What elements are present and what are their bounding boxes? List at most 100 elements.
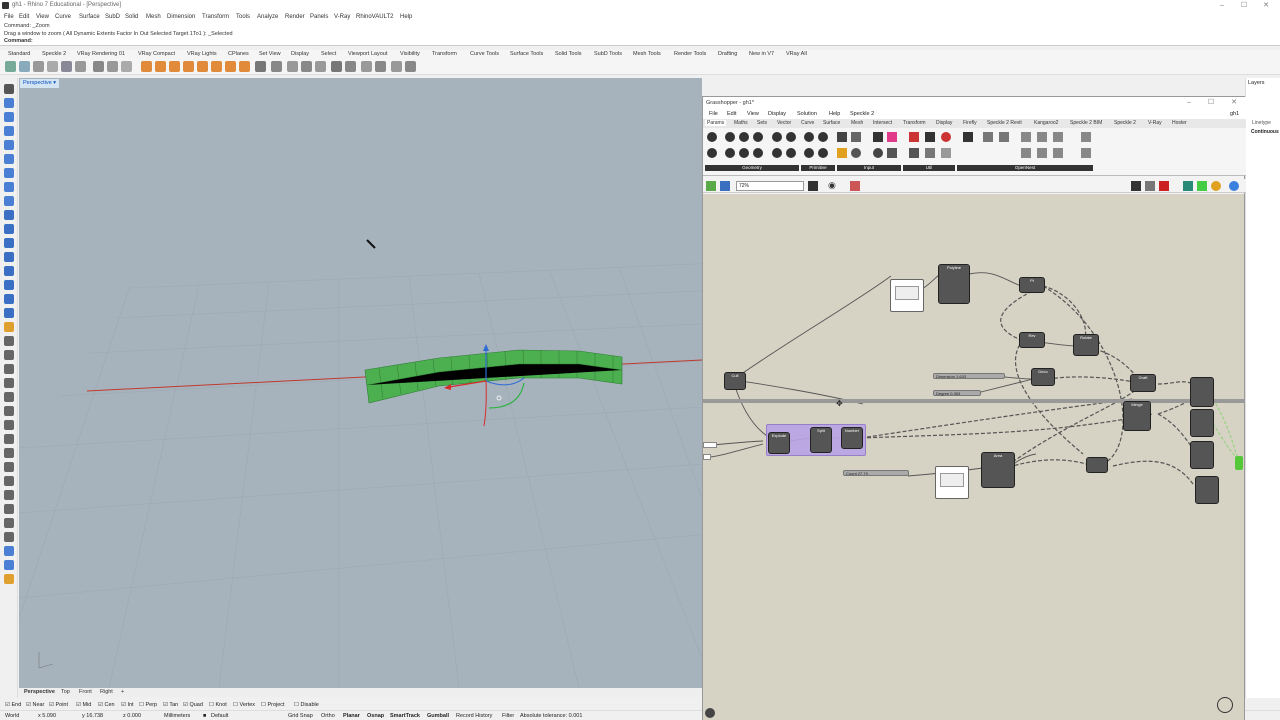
osnap-quad[interactable]: ☑ Quad (183, 702, 203, 708)
grid-snap-toggle[interactable]: Grid Snap (288, 713, 313, 719)
gh-solver-icon[interactable] (1159, 181, 1169, 191)
gh-menu-help[interactable]: Help (829, 111, 840, 117)
gh-section-geometry[interactable]: Geometry (705, 165, 799, 171)
record-history-toggle[interactable]: Record History (456, 713, 492, 719)
gumball-toggle[interactable]: Gumball (427, 713, 449, 719)
tab-subd-tools[interactable]: SubD Tools (594, 51, 622, 57)
mirror-tool-icon[interactable] (4, 490, 14, 500)
scale-tool-icon[interactable] (4, 476, 14, 486)
point-tool-icon[interactable] (4, 98, 14, 108)
osnap-tan[interactable]: ☑ Tan (163, 702, 178, 708)
gh-colour-swatch-icon[interactable] (887, 132, 897, 142)
osnap-end[interactable]: ☑ End (5, 702, 21, 708)
gh-status-icon[interactable] (705, 708, 715, 718)
gh-jump-icon[interactable] (941, 132, 951, 142)
gh-close-button[interactable]: ✕ (1226, 98, 1242, 107)
tab-right[interactable]: Right (100, 689, 113, 695)
print-icon[interactable] (47, 61, 58, 72)
sphere-tool-icon[interactable] (4, 252, 14, 262)
gh-selected-preview-icon[interactable] (1197, 181, 1207, 191)
gh-wifi-icon[interactable] (941, 148, 951, 158)
gh-opennest-tool-icon[interactable] (963, 132, 973, 142)
gh-opennest-export-icon[interactable] (1081, 148, 1091, 158)
gh-menu-file[interactable]: File (709, 111, 718, 117)
minimize-button[interactable]: – (1214, 1, 1230, 10)
gh-section-primitive[interactable]: Primitive (801, 165, 835, 171)
gh-component-merge[interactable]: Merge (1123, 401, 1151, 431)
tab-vray-compact[interactable]: VRay Compact (138, 51, 175, 57)
gh-geometry-cache-icon[interactable] (786, 132, 796, 142)
select-tool-icon[interactable] (4, 84, 14, 94)
gh-point-param-icon[interactable] (725, 132, 735, 142)
layer-icon[interactable] (301, 61, 312, 72)
four-view-icon[interactable] (239, 61, 250, 72)
osnap-near[interactable]: ☑ Near (26, 702, 44, 708)
gh-menu-display[interactable]: Display (768, 111, 786, 117)
gh-material-icon[interactable] (1211, 181, 1221, 191)
zoom-window-icon[interactable] (183, 61, 194, 72)
linetype-value[interactable]: Continuous (1251, 129, 1279, 135)
viewport-title-tab[interactable]: Perspective ▾ (20, 79, 60, 88)
gh-relay-icon[interactable] (925, 132, 935, 142)
menu-panels[interactable]: Panels (310, 14, 328, 20)
menu-mesh[interactable]: Mesh (146, 14, 161, 20)
gh-sketch-pen-icon[interactable] (850, 181, 860, 191)
menu-subd[interactable]: SubD (105, 14, 120, 20)
tab-curve-tools[interactable]: Curve Tools (470, 51, 499, 57)
zoom-icon[interactable] (169, 61, 180, 72)
gh-menu-edit[interactable]: Edit (727, 111, 736, 117)
tab-render-tools[interactable]: Render Tools (674, 51, 706, 57)
gh-opennest-grid-icon[interactable] (1037, 132, 1047, 142)
gh-tab-mesh[interactable]: Mesh (851, 120, 863, 126)
add-viewport-icon[interactable]: + (121, 689, 124, 695)
tab-vray-lights[interactable]: VRay Lights (187, 51, 217, 57)
ortho-toggle[interactable]: Ortho (321, 713, 335, 719)
tab-drafting[interactable]: Drafting (718, 51, 737, 57)
gh-brep-param-icon[interactable] (725, 148, 735, 158)
gh-component-number[interactable]: Number (841, 427, 863, 449)
gh-opennest-merge-icon[interactable] (1053, 148, 1063, 158)
gh-mesh-param-icon[interactable] (739, 148, 749, 158)
osnap-point[interactable]: ☑ Point (49, 702, 68, 708)
gh-opennest-polygon-icon[interactable] (1021, 132, 1031, 142)
gh-toggle-icon[interactable] (837, 132, 847, 142)
gh-tab-surface[interactable]: Surface (823, 120, 840, 126)
import-icon[interactable] (61, 61, 72, 72)
copy-icon[interactable] (93, 61, 104, 72)
rotate-view-icon[interactable] (155, 61, 166, 72)
circle-tool-icon[interactable] (4, 140, 14, 150)
offset-tool-icon[interactable] (4, 518, 14, 528)
gh-component-area[interactable]: Area (981, 452, 1015, 488)
gh-number-icon[interactable] (818, 132, 828, 142)
gh-maximize-button[interactable]: ☐ (1203, 98, 1219, 107)
planar-toggle[interactable]: Planar (343, 713, 360, 719)
gh-component-output-1[interactable] (1190, 377, 1214, 407)
gh-open-file-icon[interactable] (706, 181, 716, 191)
tab-perspective[interactable]: Perspective (24, 689, 55, 695)
gh-slider-degree[interactable]: Degree 0.353 (933, 390, 981, 396)
gh-boolean-icon[interactable] (818, 148, 828, 158)
gh-preview-eye-icon[interactable]: ◉ (828, 181, 840, 191)
gh-tab-speckle-bim[interactable]: Speckle 2 BIM (1070, 120, 1102, 126)
tab-display[interactable]: Display (291, 51, 309, 57)
subd-tool-icon[interactable] (4, 308, 14, 318)
gh-component-explode[interactable]: Explode (768, 432, 790, 454)
gh-tab-intersect[interactable]: Intersect (873, 120, 892, 126)
gh-minimize-button[interactable]: – (1181, 98, 1197, 107)
menu-file[interactable]: File (4, 14, 14, 20)
open-icon[interactable] (19, 61, 30, 72)
gh-component-cull[interactable]: Cull (724, 372, 746, 390)
menu-analyze[interactable]: Analyze (257, 14, 278, 20)
tab-visibility[interactable]: Visibility (400, 51, 420, 57)
zoom-extents-icon[interactable] (197, 61, 208, 72)
green-panel-mesh[interactable] (364, 349, 623, 404)
polygon-tool-icon[interactable] (4, 182, 14, 192)
pan-icon[interactable] (141, 61, 152, 72)
gh-tab-speckle2[interactable]: Speckle 2 (1114, 120, 1136, 126)
gh-input-param-1[interactable] (703, 442, 717, 448)
gh-preview-output-icon[interactable] (1235, 456, 1243, 470)
osnap-knot[interactable]: ☐ Knot (209, 702, 227, 708)
gh-section-opennest[interactable]: OpenNest (957, 165, 1093, 171)
menu-transform[interactable]: Transform (202, 14, 229, 20)
tab-vray-rendering[interactable]: VRay Rendering 01 (77, 51, 125, 57)
